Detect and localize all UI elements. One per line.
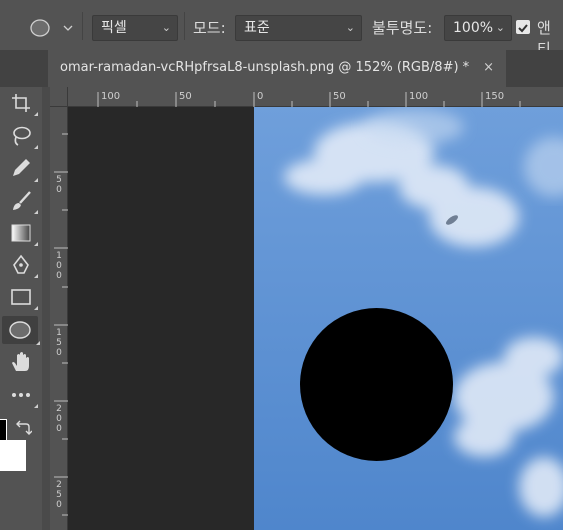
options-separator [82,12,83,40]
ruler-origin[interactable] [50,87,68,107]
hand-tool[interactable] [6,350,36,374]
ruler-label: 100 [409,91,429,102]
opacity-value: 100% [453,20,494,36]
ruler-label: 5 0 [56,175,62,195]
chevron-down-icon: ⌄ [161,21,171,34]
swap-colors-button[interactable] [14,419,33,437]
ruler-label: 2 5 0 [56,480,62,510]
document-tab[interactable]: omar-ramadan-vcRHpfrsaL8-unsplash.png @ … [48,50,506,87]
shape-preset-picker[interactable] [26,16,78,40]
panel-gutter [42,87,50,530]
rectangle-icon [11,289,31,305]
brush-tool[interactable] [6,189,38,214]
chevron-down-icon: ⌄ [495,21,505,34]
background-color-swatch[interactable] [0,440,26,471]
gradient-icon [11,224,31,242]
ruler-label: 150 [485,91,505,102]
pen-icon [13,159,30,176]
black-circle-shape[interactable] [300,308,453,461]
ellipse-tool[interactable] [2,316,40,345]
lasso-tool[interactable] [6,124,38,149]
pen-tool-icon [13,254,29,274]
checkmark-icon [518,24,528,33]
horizontal-ruler[interactable]: 100 50 0 50 100 150 [68,87,563,107]
document-tab-title: omar-ramadan-vcRHpfrsaL8-unsplash.png @ … [60,60,470,75]
tools-panel [0,87,42,530]
more-tools-icon [12,393,30,397]
document-tab-bar: omar-ramadan-vcRHpfrsaL8-unsplash.png @ … [0,50,563,87]
ruler-label: 2 0 0 [56,404,62,434]
ruler-label: 50 [179,91,192,102]
ruler-label: 100 [101,91,121,102]
gradient-tool[interactable] [6,221,38,246]
ruler-label: 1 0 0 [56,251,62,281]
mode-label: 모드: [193,19,226,37]
pasteboard[interactable] [68,107,254,530]
options-bar: 픽셀 ⌄ 모드: 표준 ⌄ 불투명도: 100% ⌄ 앤티 [0,0,563,58]
mode-dropdown-value: 표준 [244,20,270,36]
document-canvas[interactable] [254,107,563,530]
ruler-label: 1 5 0 [56,328,62,358]
ruler-ticks [54,133,68,516]
edit-toolbar-button[interactable] [6,383,38,408]
options-separator [184,12,185,40]
quick-selection-tool[interactable] [6,157,38,182]
swap-arrows-icon [16,420,33,435]
artboard-tool[interactable] [6,91,38,116]
unit-dropdown-value: 픽셀 [101,20,127,36]
hand-icon [12,352,29,371]
ellipse-shape-icon [30,19,73,37]
lasso-icon [13,126,31,146]
unit-dropdown[interactable]: 픽셀 ⌄ [92,15,178,41]
opacity-label: 불투명도: [372,19,433,37]
pen-tool[interactable] [6,253,38,278]
opacity-input[interactable]: 100% ⌄ [444,15,512,41]
rectangle-tool[interactable] [6,285,38,310]
vertical-ruler[interactable]: 5 0 1 0 0 1 5 0 2 0 0 2 5 0 [50,107,68,530]
ruler-label: 50 [333,91,346,102]
brush-icon [13,191,31,210]
antialias-checkbox[interactable] [516,20,530,34]
ruler-label: 0 [257,91,264,102]
artboard-icon [12,94,30,112]
close-icon[interactable]: × [483,50,494,86]
ellipse-icon [9,321,31,339]
mode-dropdown[interactable]: 표준 ⌄ [235,15,362,41]
chevron-down-icon: ⌄ [345,21,355,34]
